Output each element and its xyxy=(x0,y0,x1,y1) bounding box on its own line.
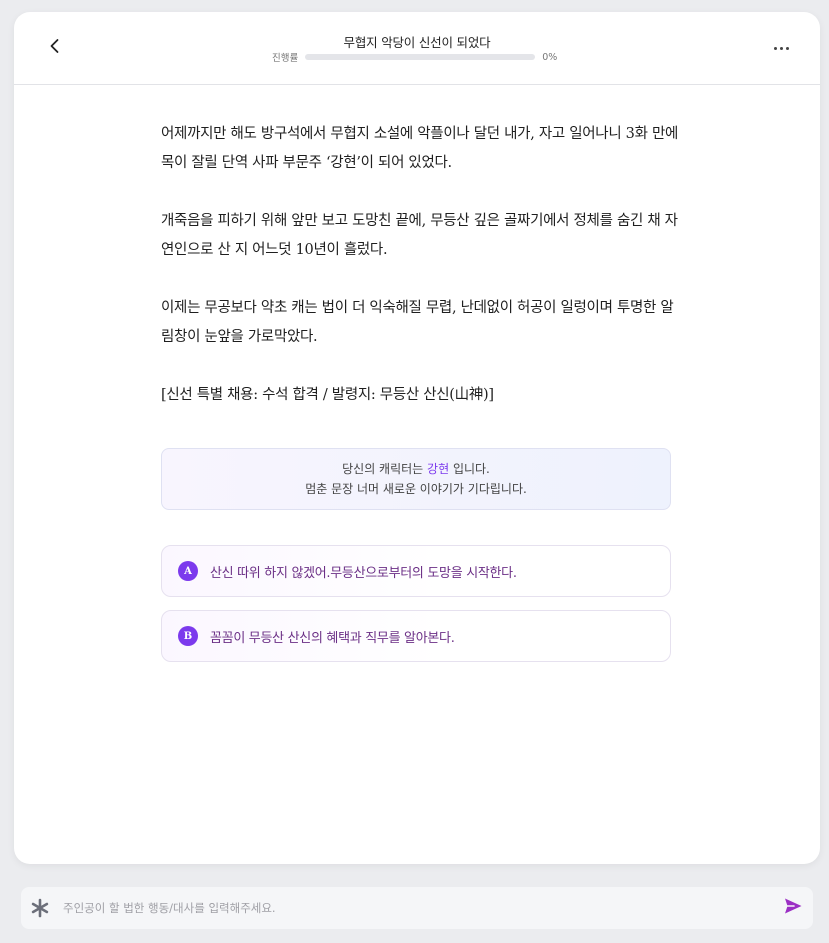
character-name: 강현 xyxy=(427,462,450,476)
progress-bar xyxy=(305,54,536,60)
progress-label: 진행률 xyxy=(272,53,299,64)
story-card: 무협지 악당이 신선이 되었다 진행률 0% 어제까지만 해도 방구석에서 무협… xyxy=(14,12,820,864)
story-paragraph: 개죽음을 피하기 위해 앞만 보고 도망친 끝에, 무등산 깊은 골짜기에서 정… xyxy=(161,213,678,258)
choice-badge-a: A xyxy=(178,561,198,581)
send-icon xyxy=(783,897,803,919)
header: 무협지 악당이 신선이 되었다 진행률 0% xyxy=(14,12,820,85)
page-title: 무협지 악당이 신선이 되었다 xyxy=(343,35,491,50)
story-paragraph: 어제까지만 해도 방구석에서 무협지 소설에 악플이나 달던 내가, 자고 일어… xyxy=(161,126,679,171)
more-horizontal-icon xyxy=(773,46,789,50)
choice-b-button[interactable]: B 꼼꼼이 무등산 산신의 혜택과 직무를 알아본다. xyxy=(161,610,671,662)
character-notice: 당신의 캐릭터는 강현 입니다. 멈춘 문장 너머 새로운 이야기가 기다립니다… xyxy=(161,448,671,510)
notice-line-1: 당신의 캐릭터는 강현 입니다. xyxy=(162,459,670,479)
story-paragraph: [신선 특별 채용: 수석 합격 / 발령지: 무등산 산신(山神)] xyxy=(161,387,494,403)
action-input[interactable] xyxy=(61,900,781,916)
send-button[interactable] xyxy=(781,896,805,920)
progress-value: 0% xyxy=(542,51,558,63)
more-options-button[interactable] xyxy=(766,36,796,60)
chat-input-bar xyxy=(21,887,813,929)
notice-prefix: 당신의 캐릭터는 xyxy=(342,462,428,476)
choice-a-text: 산신 따위 하지 않겠어.무등산으로부터의 도망을 시작한다. xyxy=(210,565,517,581)
choice-a-button[interactable]: A 산신 따위 하지 않겠어.무등산으로부터의 도망을 시작한다. xyxy=(161,545,671,597)
choice-b-text: 꼼꼼이 무등산 산신의 혜택과 직무를 알아본다. xyxy=(210,630,455,646)
story-paragraph: 이제는 무공보다 약초 캐는 법이 더 익숙해질 무렵, 난데없이 허공이 일렁… xyxy=(161,300,674,345)
choice-badge-b: B xyxy=(178,626,198,646)
notice-suffix: 입니다. xyxy=(449,462,490,476)
progress: 진행률 0% xyxy=(272,50,558,65)
asterisk-icon xyxy=(29,897,51,919)
notice-line-2: 멈춘 문장 너머 새로운 이야기가 기다립니다. xyxy=(305,482,527,496)
story-text: 어제까지만 해도 방구석에서 무협지 소설에 악플이나 달던 내가, 자고 일어… xyxy=(161,120,681,439)
